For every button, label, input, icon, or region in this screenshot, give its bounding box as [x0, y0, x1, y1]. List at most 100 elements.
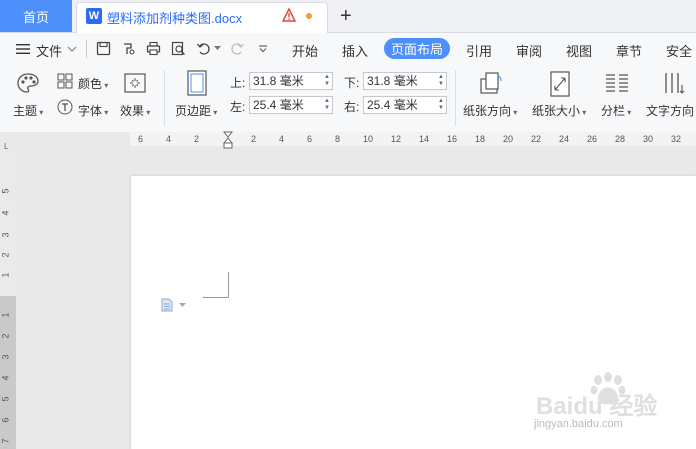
right-margin-label: 右: [344, 100, 360, 114]
chevron-down-icon: ▾ [102, 81, 109, 90]
columns-button[interactable]: 分栏 ▾ [601, 102, 631, 119]
tab-section[interactable]: 章节 [616, 41, 642, 60]
ruler-tick-label: 2 [0, 333, 11, 339]
undo-dropdown-icon[interactable] [214, 46, 221, 51]
customize-toolbar-icon[interactable] [258, 45, 268, 53]
undo-icon[interactable] [196, 41, 211, 56]
chevron-down-icon: ▾ [144, 108, 151, 117]
ruler-tick-label: 4 [279, 134, 285, 144]
ruler-tick-label: 4 [166, 134, 172, 144]
ruler-tick-label: 20 [503, 134, 514, 144]
hamburger-icon[interactable] [16, 43, 30, 55]
right-margin-input[interactable]: 25.4 毫米 ▲ ▼ [363, 96, 447, 114]
color-label: 颜色 [78, 77, 103, 91]
tab-references[interactable]: 引用 [466, 41, 492, 60]
chevron-down-icon: ▾ [211, 108, 218, 117]
theme-button[interactable]: 主题 ▾ [13, 102, 43, 119]
tab-start[interactable]: 开始 [292, 41, 318, 60]
bottom-margin-value: 31.8 毫米 [367, 74, 418, 88]
bottom-margin-input[interactable]: 31.8 毫米 ▲ ▼ [363, 72, 447, 90]
columns-label: 分栏 [601, 104, 626, 118]
left-margin-label: 左: [230, 100, 246, 114]
left-margin-input[interactable]: 25.4 毫米 ▲ ▼ [249, 96, 333, 114]
ruler-tick-label: 6 [0, 417, 11, 423]
top-margin-input[interactable]: 31.8 毫米 ▲ ▼ [249, 72, 333, 90]
font-button[interactable]: 字体 ▾ [78, 102, 108, 119]
tab-security[interactable]: 安全 [666, 41, 692, 60]
top-margin-value: 31.8 毫米 [253, 74, 304, 88]
ruler-tick-label: 1 [0, 272, 11, 278]
font-label: 字体 [78, 104, 103, 118]
effect-icon[interactable] [124, 73, 146, 93]
divider [455, 70, 456, 126]
spinner-arrows-icon[interactable]: ▲ ▼ [438, 98, 444, 112]
watermark-brand: Baidu 经验 [536, 392, 657, 420]
text-direction-icon[interactable] [662, 71, 686, 95]
tab-view[interactable]: 视图 [566, 41, 592, 60]
margins-label: 页边距 [175, 104, 212, 118]
ruler-tick-label: 4 [0, 375, 11, 381]
tab-page-layout[interactable]: 页面布局 [384, 38, 450, 59]
ruler-tick-label: 22 [531, 134, 542, 144]
spinner-arrows-icon[interactable]: ▲ ▼ [324, 74, 330, 88]
chevron-down-icon[interactable] [67, 45, 77, 53]
format-painter-icon[interactable] [121, 41, 136, 56]
paper-orientation-icon[interactable] [478, 70, 504, 96]
right-margin-value: 25.4 毫米 [367, 98, 418, 112]
orientation-button[interactable]: 纸张方向 ▾ [463, 102, 517, 119]
print-preview-icon[interactable] [171, 41, 186, 56]
document-tab-title: 塑料添加剂种类图.docx [107, 11, 243, 26]
effect-label: 效果 [120, 104, 145, 118]
divider [164, 70, 165, 126]
paper-size-icon[interactable] [549, 71, 571, 97]
color-button[interactable]: 颜色 ▾ [78, 75, 108, 92]
ruler-tick-label: 7 [0, 438, 11, 444]
paper-size-label: 纸张大小 [532, 104, 581, 118]
spinner-arrows-icon[interactable]: ▲ ▼ [438, 74, 444, 88]
ruler-tick-label: 10 [363, 134, 374, 144]
paper-size-button[interactable]: 纸张大小 ▾ [532, 102, 586, 119]
ruler-tick-label: 2 [0, 252, 11, 258]
text-direction-button[interactable]: 文字方向 [646, 102, 694, 119]
ruler-tick-label: 5 [0, 396, 11, 402]
chevron-down-icon: ▾ [37, 108, 44, 117]
indent-marker-icon[interactable] [223, 131, 233, 149]
color-grid-icon [57, 73, 73, 89]
warning-icon[interactable] [282, 8, 296, 22]
ruler-tick-label: 3 [0, 354, 11, 360]
tab-review[interactable]: 审阅 [516, 41, 542, 60]
ruler-tick-label: 5 [0, 188, 11, 194]
margins-icon[interactable] [187, 70, 207, 96]
home-tab[interactable]: 首页 [0, 0, 72, 32]
effect-button[interactable]: 效果 ▾ [120, 102, 150, 119]
ruler-tick-label: 16 [447, 134, 458, 144]
bottom-margin-label: 下: [344, 76, 360, 90]
columns-icon[interactable] [605, 73, 629, 93]
print-icon[interactable] [146, 41, 161, 56]
redo-icon[interactable] [230, 41, 245, 56]
ruler-tick-label: 32 [671, 134, 682, 144]
menu-file[interactable]: 文件 [36, 41, 62, 60]
margins-button[interactable]: 页边距 ▾ [175, 102, 217, 119]
tab-insert[interactable]: 插入 [342, 41, 368, 60]
new-tab-button[interactable]: + [340, 5, 352, 28]
ruler-tick-label: 6 [307, 134, 313, 144]
theme-label: 主题 [13, 104, 38, 118]
ruler-tick-label: 2 [251, 134, 257, 144]
chevron-down-icon[interactable] [179, 303, 186, 308]
ruler-tick-label: 24 [559, 134, 570, 144]
ruler-tick-label: 8 [335, 134, 341, 144]
vertical-ruler-body [0, 296, 16, 449]
orientation-label: 纸张方向 [463, 104, 512, 118]
ruler-tick-label: 1 [0, 312, 11, 318]
save-icon[interactable] [96, 41, 111, 56]
horizontal-ruler[interactable] [130, 132, 696, 146]
paragraph-layout-icon[interactable] [160, 298, 174, 312]
theme-palette-icon[interactable] [16, 72, 40, 94]
ruler-tick-label: 18 [475, 134, 486, 144]
spinner-arrows-icon[interactable]: ▲ ▼ [324, 98, 330, 112]
divider [86, 40, 87, 58]
word-doc-icon: W [86, 8, 102, 24]
ruler-tick-label: 14 [419, 134, 430, 144]
chevron-down-icon: ▾ [511, 108, 518, 117]
